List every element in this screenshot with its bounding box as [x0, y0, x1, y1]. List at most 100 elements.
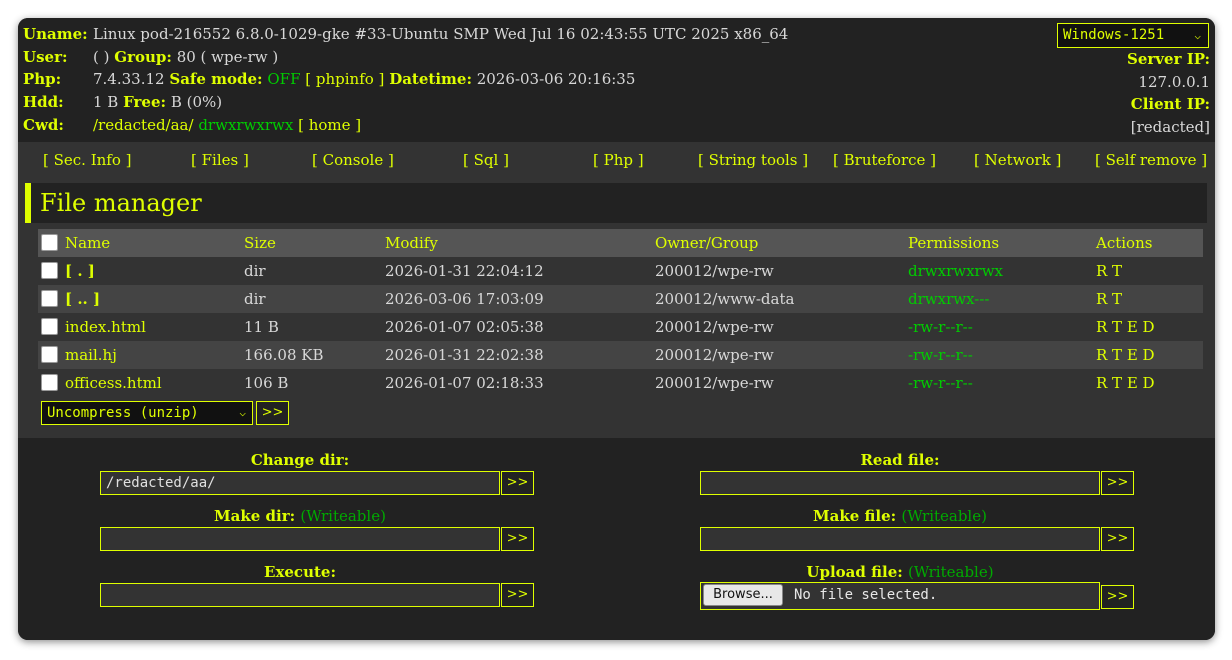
cwd-row: Cwd: /redacted/aa/ drwxrwxrwx [ home ] [23, 114, 361, 136]
upload-file-go-button[interactable]: >> [1101, 585, 1134, 609]
execute-go-button[interactable]: >> [501, 583, 534, 607]
file-perms-link[interactable]: -rw-r--r-- [908, 313, 973, 341]
charset-selected: Windows-1251 [1063, 27, 1165, 43]
cwd-perms: drwxrwxrwx [198, 116, 294, 134]
column-name[interactable]: Name [65, 229, 110, 257]
no-file-selected-text: No file selected. [794, 587, 938, 603]
read-file-label: Read file: [700, 450, 1100, 470]
file-size: 11 B [244, 318, 279, 336]
chevron-down-icon: ⌵ [239, 406, 246, 419]
uname-value: Linux pod-216552 6.8.0-1029-gke #33-Ubun… [93, 25, 789, 43]
bulk-action-selected: Uncompress (unzip) [47, 405, 199, 421]
client-ip-label: Client IP: [1130, 95, 1210, 113]
hdd-value: 1 B [93, 93, 119, 111]
menu-files[interactable]: [ Files ] [191, 142, 249, 178]
cwd-path-link[interactable]: /redacted/aa/ [93, 116, 194, 134]
group-label: Group: [114, 48, 172, 66]
file-modify: 2026-01-31 22:04:12 [385, 262, 544, 280]
file-perms-link[interactable]: -rw-r--r-- [908, 341, 973, 369]
file-actions[interactable]: R T [1096, 257, 1122, 285]
table-row: [ .. ] dir 2026-03-06 17:03:09 200012/ww… [38, 285, 1203, 313]
bulk-action-go-button[interactable]: >> [256, 401, 289, 425]
make-dir-writeable-note: (Writeable) [300, 507, 386, 525]
file-perms-link[interactable]: drwxrwx--- [908, 285, 989, 313]
menu-sql[interactable]: [ Sql ] [463, 142, 509, 178]
bulk-action-select[interactable]: Uncompress (unzip) ⌵ [41, 401, 253, 425]
file-owner: 200012/wpe-rw [655, 374, 774, 392]
change-dir-input[interactable]: /redacted/aa/ [100, 471, 500, 495]
file-actions[interactable]: R T E D [1096, 341, 1155, 369]
make-dir-input[interactable] [100, 527, 500, 551]
file-actions[interactable]: R T E D [1096, 313, 1155, 341]
file-manager-section: File manager Name Size Modify Owner/Grou… [18, 178, 1215, 438]
menu-string-tools[interactable]: [ String tools ] [698, 142, 808, 178]
file-size: dir [244, 290, 266, 308]
file-name-link[interactable]: mail.hj [65, 341, 117, 369]
column-modify[interactable]: Modify [385, 229, 438, 257]
make-file-label-text: Make file: [813, 507, 897, 525]
row-checkbox[interactable] [41, 290, 58, 307]
file-size: 166.08 KB [244, 346, 324, 364]
menu-self-remove[interactable]: [ Self remove ] [1095, 142, 1207, 178]
file-modify: 2026-03-06 17:03:09 [385, 290, 544, 308]
file-table: Name Size Modify Owner/Group Permissions… [38, 229, 1203, 397]
file-actions[interactable]: R T [1096, 285, 1122, 313]
uname-label: Uname: [23, 25, 88, 43]
change-dir-label: Change dir: [100, 450, 500, 470]
file-perms-link[interactable]: drwxrwxrwx [908, 257, 1003, 285]
home-link[interactable]: [ home ] [298, 116, 361, 134]
server-ip-value: 127.0.0.1 [1138, 73, 1210, 91]
execute-label-text: Execute: [264, 563, 336, 581]
hdd-row: Hdd: 1 B Free: B (0%) [23, 91, 222, 113]
row-checkbox[interactable] [41, 346, 58, 363]
table-row: mail.hj 166.08 KB 2026-01-31 22:02:38 20… [38, 341, 1203, 369]
user-row: User: ( ) Group: 80 ( wpe-rw ) [23, 46, 278, 68]
make-file-go-button[interactable]: >> [1101, 527, 1134, 551]
system-info-header: Uname: Linux pod-216552 6.8.0-1029-gke #3… [18, 18, 1215, 142]
menu-console[interactable]: [ Console ] [312, 142, 394, 178]
column-size[interactable]: Size [244, 229, 276, 257]
file-owner: 200012/wpe-rw [655, 262, 774, 280]
file-owner: 200012/wpe-rw [655, 318, 774, 336]
file-name-link[interactable]: index.html [65, 313, 146, 341]
execute-label: Execute: [100, 562, 500, 582]
menu-bruteforce[interactable]: [ Bruteforce ] [833, 142, 936, 178]
file-manager-title: File manager [25, 183, 1207, 223]
execute-input[interactable] [100, 583, 500, 607]
file-size: dir [244, 262, 266, 280]
read-file-input[interactable] [700, 471, 1100, 495]
file-owner: 200012/www-data [655, 290, 795, 308]
phpinfo-link[interactable]: [ phpinfo ] [305, 70, 384, 88]
make-dir-label: Make dir: (Writeable) [100, 506, 500, 526]
php-row: Php: 7.4.33.12 Safe mode: OFF [ phpinfo ]… [23, 68, 635, 90]
column-actions: Actions [1096, 234, 1153, 252]
make-file-input[interactable] [700, 527, 1100, 551]
row-checkbox[interactable] [41, 318, 58, 335]
menu-php[interactable]: [ Php ] [593, 142, 644, 178]
php-label: Php: [23, 70, 62, 88]
select-all-checkbox[interactable] [41, 234, 58, 251]
make-dir-go-button[interactable]: >> [501, 527, 534, 551]
row-checkbox[interactable] [41, 262, 58, 279]
user-value: ( ) [93, 48, 110, 66]
menu-network[interactable]: [ Network ] [974, 142, 1061, 178]
change-dir-go-button[interactable]: >> [501, 471, 534, 495]
file-name-link[interactable]: officess.html [65, 369, 162, 397]
file-actions[interactable]: R T E D [1096, 369, 1155, 397]
main-menu: [ Sec. Info ] [ Files ] [ Console ] [ Sq… [18, 142, 1215, 178]
file-name-link[interactable]: [ . ] [65, 257, 95, 285]
charset-select[interactable]: Windows-1251 ⌵ [1057, 23, 1209, 48]
read-file-label-text: Read file: [860, 451, 940, 469]
file-perms-link[interactable]: -rw-r--r-- [908, 369, 973, 397]
column-permissions: Permissions [908, 234, 1000, 252]
row-checkbox[interactable] [41, 374, 58, 391]
make-file-writeable-note: (Writeable) [901, 507, 987, 525]
read-file-go-button[interactable]: >> [1101, 471, 1134, 495]
menu-sec-info[interactable]: [ Sec. Info ] [43, 142, 132, 178]
file-size: 106 B [244, 374, 289, 392]
free-label: Free: [123, 93, 167, 111]
file-name-link[interactable]: [ .. ] [65, 285, 100, 313]
php-value: 7.4.33.12 [93, 70, 165, 88]
browse-button[interactable]: Browse... [703, 584, 783, 606]
cwd-label: Cwd: [23, 116, 64, 134]
